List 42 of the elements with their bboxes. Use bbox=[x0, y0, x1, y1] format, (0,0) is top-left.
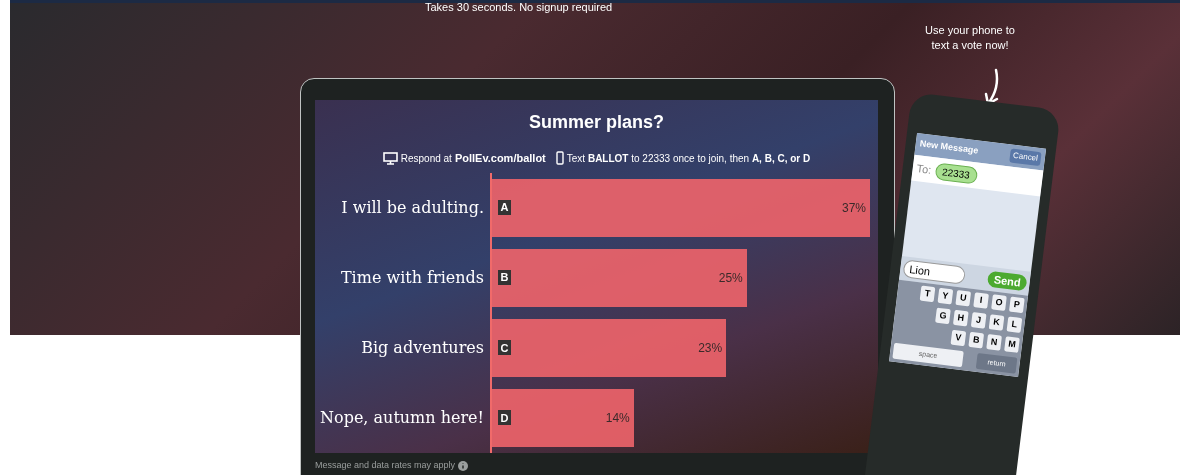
keyboard-key[interactable]: M bbox=[1004, 336, 1020, 353]
percentage-label: 23% bbox=[698, 339, 723, 357]
option-label: I will be adulting. bbox=[340, 196, 485, 219]
option-key: A bbox=[498, 200, 511, 216]
option-key: D bbox=[498, 410, 511, 426]
keyboard-key[interactable]: H bbox=[952, 309, 969, 327]
tagline: Takes 30 seconds. No signup required bbox=[425, 2, 613, 13]
respond-label: Respond at bbox=[400, 151, 452, 166]
keyboard-key[interactable]: G bbox=[935, 307, 951, 325]
footer-note: Message and data rates may apply bbox=[315, 459, 456, 472]
keyboard-key[interactable]: T bbox=[919, 285, 936, 303]
keyboard-key[interactable]: J bbox=[970, 312, 987, 329]
monitor-icon bbox=[382, 151, 398, 165]
phone-icon bbox=[555, 151, 564, 166]
to-label: To: bbox=[915, 160, 933, 178]
info-icon bbox=[458, 460, 469, 471]
option-key: C bbox=[498, 340, 511, 356]
percentage-label: 37% bbox=[841, 199, 866, 217]
option-key: B bbox=[498, 270, 511, 286]
keyboard-key[interactable]: O bbox=[991, 294, 1007, 311]
keyboard-key[interactable]: L bbox=[1006, 316, 1023, 333]
keyboard-key[interactable]: Y bbox=[937, 287, 954, 305]
keyboard-key[interactable]: K bbox=[988, 314, 1005, 331]
keyboard-key[interactable]: U bbox=[955, 290, 972, 307]
keyboard-key[interactable]: B bbox=[968, 331, 985, 349]
keyboard-key[interactable]: P bbox=[1009, 296, 1025, 314]
percentage-label: 25% bbox=[718, 269, 743, 287]
option-label: Time with friends bbox=[339, 266, 485, 289]
screen-title: New Message bbox=[918, 137, 980, 158]
poll-url: PollEv.com/ballot bbox=[454, 151, 546, 166]
percentage-label: 14% bbox=[605, 409, 630, 427]
option-label: Big adventures bbox=[360, 336, 485, 359]
message-input[interactable]: Lion bbox=[902, 258, 967, 285]
poll-title: Summer plans? bbox=[528, 111, 664, 134]
cancel-button[interactable]: Cancel bbox=[1009, 148, 1042, 167]
recipient-chip: 22333 bbox=[934, 162, 978, 184]
keyboard-key[interactable]: I bbox=[973, 292, 989, 309]
phone-hint: Use your phone to text a vote now! bbox=[924, 23, 1016, 53]
option-label: Nope, autumn here! bbox=[319, 406, 485, 429]
keyboard-key[interactable]: V bbox=[950, 329, 967, 347]
text-instructions: Text BALLOT to 22333 once to join, then A, B, C, or D bbox=[566, 151, 811, 166]
keyboard-key[interactable]: N bbox=[986, 334, 1002, 351]
